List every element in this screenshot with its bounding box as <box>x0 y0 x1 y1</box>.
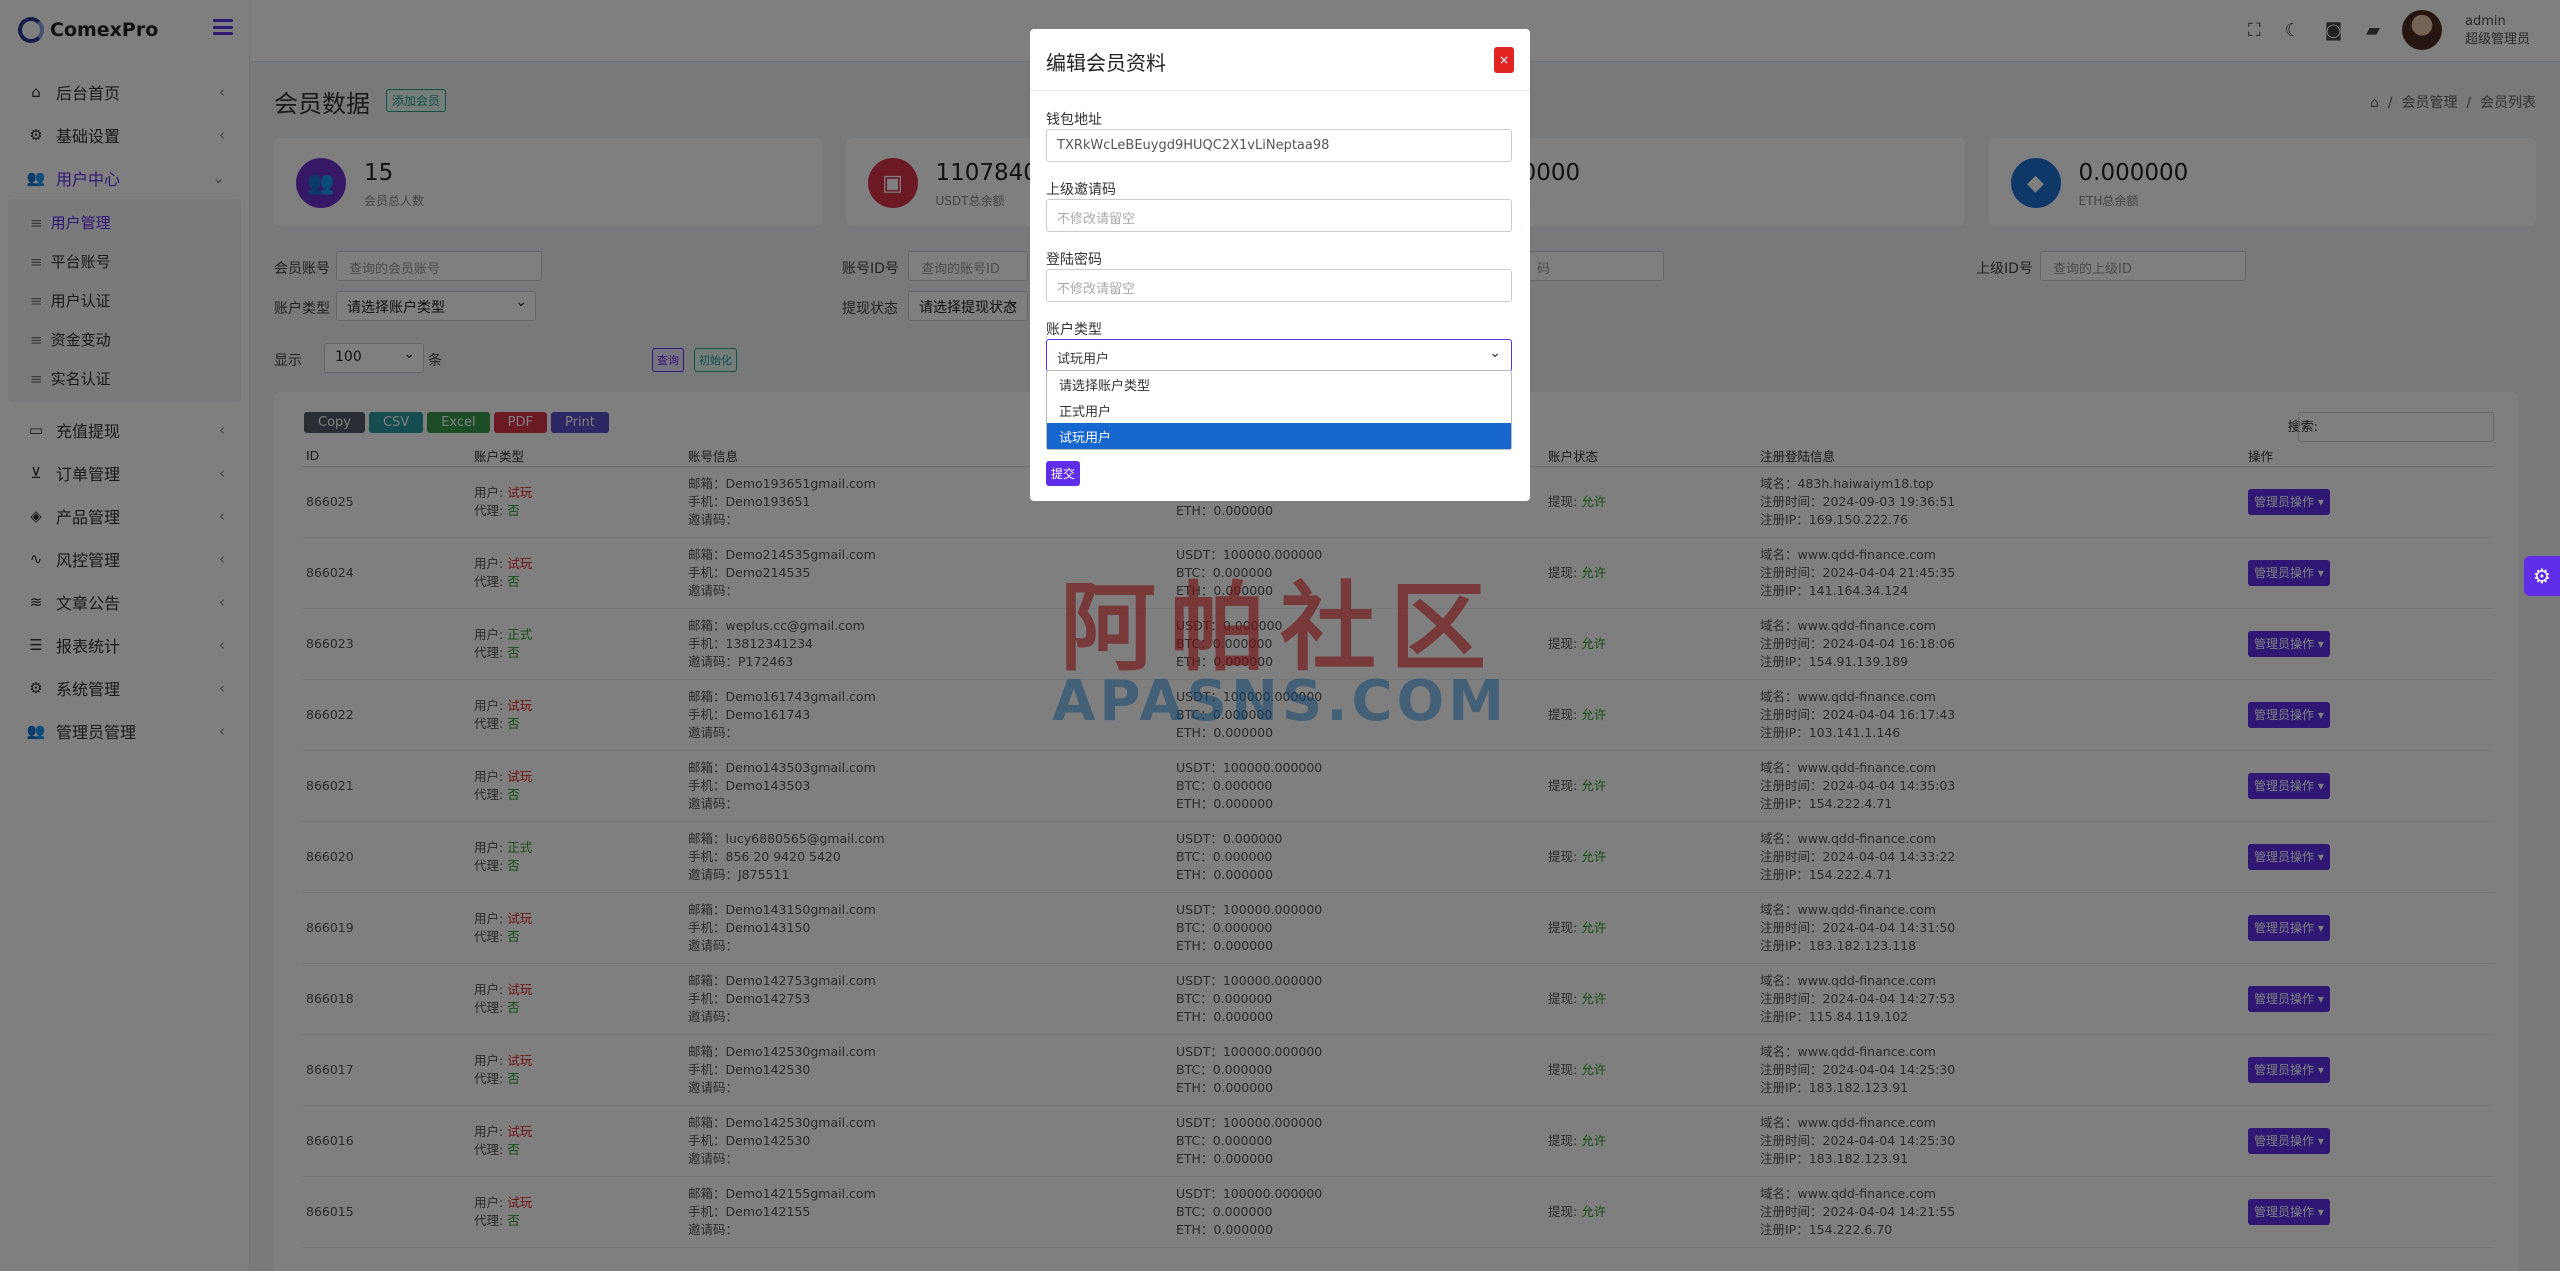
submit-button[interactable]: 提交 <box>1046 461 1081 486</box>
modal-header: 编辑会员资料 × <box>1030 29 1530 91</box>
close-button[interactable]: × <box>1494 47 1514 73</box>
parent-invite-input[interactable]: 不修改请留空 <box>1046 199 1512 232</box>
account-type-select[interactable]: 试玩用户 ⌄ <box>1046 339 1512 372</box>
parent-invite-label: 上级邀请码 <box>1046 182 1116 198</box>
settings-gear-icon[interactable]: ⚙ <box>2524 556 2560 596</box>
modal-title: 编辑会员资料 <box>1046 51 1166 75</box>
wallet-address-label: 钱包地址 <box>1046 112 1102 128</box>
account-type-label: 账户类型 <box>1046 322 1102 338</box>
wallet-address-input[interactable]: TXRkWcLeBEuygd9HUQC2X1vLiNeptaa98 <box>1046 129 1512 162</box>
option-placeholder[interactable]: 请选择账户类型 <box>1047 371 1511 397</box>
chevron-down-icon: ⌄ <box>1489 345 1501 361</box>
login-password-input[interactable]: 不修改请留空 <box>1046 269 1512 302</box>
login-password-label: 登陆密码 <box>1046 252 1102 268</box>
option-regular-user[interactable]: 正式用户 <box>1047 397 1511 423</box>
account-type-dropdown: 请选择账户类型 正式用户 试玩用户 <box>1046 370 1512 450</box>
option-trial-user[interactable]: 试玩用户 <box>1047 423 1511 449</box>
